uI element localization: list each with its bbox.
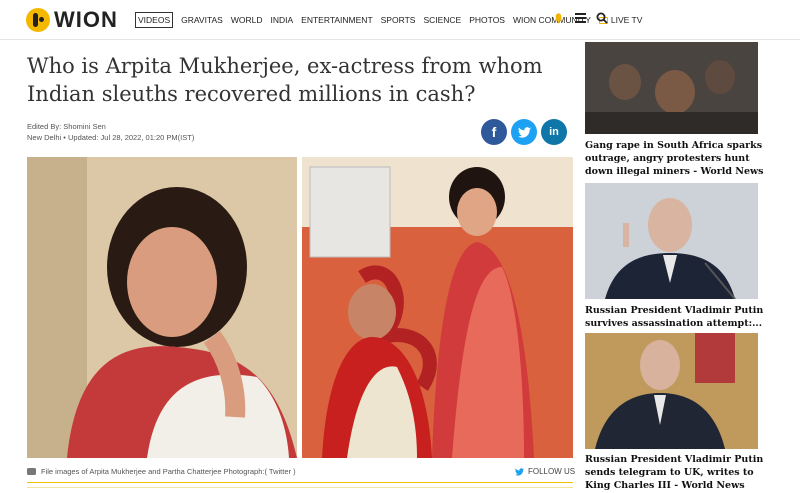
sidebar-story-image-3[interactable] [585,333,758,449]
photo-left-illustration [27,157,297,458]
camera-icon [27,468,36,475]
sidebar-story-image-2[interactable] [585,183,758,299]
wion-logo-icon [26,8,50,32]
article-editor: Edited By: Shomini Sen [27,122,106,131]
photo-caption-text: File images of Arpita Mukherjee and Part… [41,467,296,476]
nav-item-photos[interactable]: PHOTOS [469,13,505,27]
sidebar-story-title-2[interactable]: Russian President Vladimir Putin survive… [585,304,765,330]
linkedin-icon: in [549,126,559,138]
search-icon[interactable] [596,12,608,24]
main-nav: VIDEOS GRAVITAS WORLD INDIA ENTERTAINMEN… [135,12,650,28]
hamburger-menu-icon[interactable] [575,13,586,23]
twitter-icon [517,126,531,138]
nav-item-world[interactable]: WORLD [231,13,263,27]
facebook-share-button[interactable]: f [481,119,507,145]
divider-secondary [27,487,573,488]
nav-item-gravitas[interactable]: GRAVITAS [181,13,223,27]
article-updated: Updated: Jul 28, 2022, 01:20 PM(IST) [68,133,195,142]
twitter-share-button[interactable] [511,119,537,145]
nav-item-sports[interactable]: SPORTS [381,13,416,27]
follow-us-link[interactable]: FOLLOW US [515,467,575,476]
twitter-bird-icon [515,467,524,476]
article-headline: Who is Arpita Mukherjee, ex-actress from… [27,54,543,106]
article-photo-arpita-mukherjee [27,157,297,458]
wion-logo[interactable]: WION [26,7,118,33]
sidebar-story-title-3[interactable]: Russian President Vladimir Putin sends t… [585,453,765,492]
bell-icon[interactable] [553,12,564,24]
putin-desk-photo-illustration [585,333,758,449]
article-dateline: New Delhi • Updated: Jul 28, 2022, 01:20… [27,133,194,142]
divider [27,482,573,483]
wion-logo-text: WION [54,7,118,32]
follow-us-label: FOLLOW US [528,467,576,476]
live-tv-label: LIVE TV [610,15,643,25]
nav-item-science[interactable]: SCIENCE [423,13,461,27]
linkedin-share-button[interactable]: in [541,119,567,145]
nav-item-videos[interactable]: VIDEOS [135,12,174,28]
article-location: New Delhi [27,133,62,142]
sidebar-story-title-1[interactable]: Gang rape in South Africa sparks outrage… [585,139,765,178]
top-navbar: WION VIDEOS GRAVITAS WORLD INDIA ENTERTA… [0,0,800,40]
nav-item-india[interactable]: INDIA [271,13,294,27]
photo-caption: File images of Arpita Mukherjee and Part… [27,467,296,476]
sidebar-story-image-1[interactable] [585,42,758,134]
facebook-icon: f [491,124,497,140]
putin-photo-illustration [585,183,758,299]
photo-right-illustration [302,157,573,458]
article-photo-arpita-and-partha [302,157,573,458]
crowd-photo-illustration [585,42,758,134]
nav-item-entertainment[interactable]: ENTERTAINMENT [301,13,372,27]
